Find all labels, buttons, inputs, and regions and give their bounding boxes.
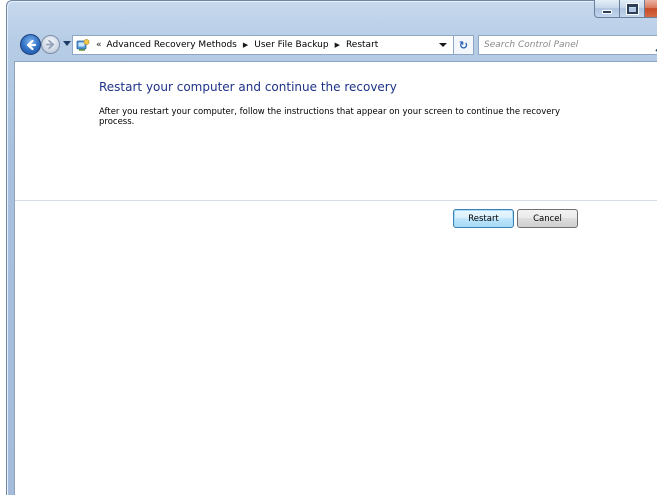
navigation-bar: « Advanced Recovery Methods ▶ User File … bbox=[6, 32, 657, 58]
address-dropdown-icon[interactable] bbox=[439, 43, 447, 47]
cancel-button[interactable]: Cancel bbox=[517, 209, 578, 228]
forward-button[interactable] bbox=[41, 35, 60, 54]
breadcrumb-overflow[interactable]: « bbox=[96, 40, 102, 50]
control-panel-icon bbox=[76, 38, 90, 52]
address-bar[interactable]: « Advanced Recovery Methods ▶ User File … bbox=[72, 35, 454, 55]
maximize-button[interactable] bbox=[620, 0, 645, 18]
breadcrumb-advanced-recovery-methods[interactable]: Advanced Recovery Methods bbox=[107, 40, 237, 50]
forward-arrow-icon bbox=[45, 39, 55, 50]
maximize-icon bbox=[625, 2, 639, 15]
minimize-button[interactable] bbox=[594, 0, 620, 18]
content-area: Restart your computer and continue the r… bbox=[14, 61, 657, 495]
breadcrumb-separator-icon[interactable]: ▶ bbox=[243, 41, 248, 49]
close-button[interactable]: ✕ bbox=[645, 0, 657, 18]
control-panel-window: ✕ « Advanced Recovery M bbox=[0, 0, 657, 495]
back-arrow-icon bbox=[26, 39, 36, 50]
breadcrumb-user-file-backup[interactable]: User File Backup bbox=[254, 40, 328, 50]
breadcrumb-separator-icon[interactable]: ▶ bbox=[335, 41, 340, 49]
divider bbox=[15, 200, 657, 201]
refresh-button[interactable]: ↻ bbox=[454, 35, 474, 55]
back-button[interactable] bbox=[20, 34, 41, 55]
restart-button[interactable]: Restart bbox=[453, 209, 514, 228]
page-title: Restart your computer and continue the r… bbox=[99, 80, 397, 94]
search-input[interactable] bbox=[479, 39, 636, 51]
breadcrumb-restart[interactable]: Restart bbox=[346, 40, 378, 50]
caption-buttons: ✕ bbox=[594, 0, 657, 19]
refresh-icon: ↻ bbox=[458, 38, 469, 52]
minimize-icon bbox=[602, 9, 612, 14]
instructions-text: After you restart your computer, follow … bbox=[99, 107, 560, 127]
recent-pages-dropdown[interactable] bbox=[63, 41, 71, 46]
search-box[interactable] bbox=[478, 35, 657, 55]
